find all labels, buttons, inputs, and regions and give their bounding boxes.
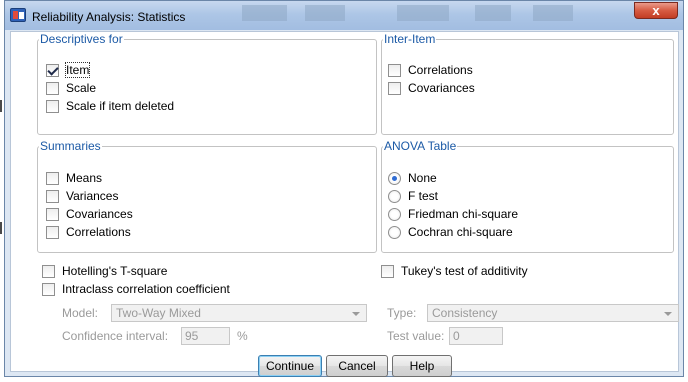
inter-item-covariances-checkbox[interactable] [388, 82, 401, 95]
anova-none-option[interactable]: None [388, 171, 588, 185]
summaries-variances-checkbox[interactable] [46, 190, 59, 203]
tukey-label: Tukey's test of additivity [401, 264, 528, 278]
tukey-option[interactable]: Tukey's test of additivity [381, 264, 581, 278]
summaries-legend: Summaries [40, 139, 101, 153]
item-checkbox-option[interactable]: Item [46, 62, 246, 78]
icc-label: Intraclass correlation coefficient [62, 282, 230, 296]
item-checkbox-label: Item [64, 62, 91, 78]
anova-table-group: ANOVA Table None F test Friedman chi-squ… [381, 140, 674, 253]
anova-cochran-option[interactable]: Cochran chi-square [388, 225, 608, 239]
model-label: Model: [62, 306, 99, 320]
icc-option[interactable]: Intraclass correlation coefficient [42, 282, 302, 296]
test-value-input[interactable]: 0 [449, 327, 503, 345]
summaries-correlations-checkbox[interactable] [46, 226, 59, 239]
tukey-checkbox[interactable] [381, 265, 394, 278]
inter-item-legend: Inter-Item [384, 32, 436, 46]
anova-friedman-radio[interactable] [388, 208, 401, 221]
anova-f-test-radio[interactable] [388, 190, 401, 203]
confidence-interval-label: Confidence interval: [62, 329, 169, 343]
scale-if-item-deleted-label: Scale if item deleted [66, 99, 175, 113]
inter-item-covariances-label: Covariances [408, 81, 475, 95]
spss-app-icon [10, 8, 26, 22]
close-button[interactable]: x [634, 2, 678, 19]
anova-friedman-option[interactable]: Friedman chi-square [388, 207, 608, 221]
anova-none-label: None [408, 171, 437, 185]
statistics-dialog: Reliability Analysis: Statistics x Descr… [4, 0, 684, 377]
anova-cochran-radio[interactable] [388, 226, 401, 239]
scale-checkbox-label: Scale [66, 81, 97, 95]
type-select-value: Consistency [432, 306, 498, 320]
scale-checkbox[interactable] [46, 82, 59, 95]
test-value-value: 0 [453, 329, 460, 343]
model-select[interactable]: Two-Way Mixed [111, 304, 367, 322]
scale-if-item-deleted-checkbox-option[interactable]: Scale if item deleted [46, 99, 246, 113]
model-select-value: Two-Way Mixed [116, 306, 201, 320]
summaries-covariances-label: Covariances [66, 207, 133, 221]
item-checkbox[interactable] [46, 64, 59, 77]
inter-item-group: Inter-Item Correlations Covariances [381, 33, 674, 135]
cancel-button[interactable]: Cancel [326, 355, 388, 377]
summaries-covariances-checkbox[interactable] [46, 208, 59, 221]
chevron-down-icon [352, 312, 360, 316]
scale-if-item-deleted-checkbox[interactable] [46, 100, 59, 113]
confidence-interval-value: 95 [185, 329, 199, 343]
anova-f-test-option[interactable]: F test [388, 189, 588, 203]
anova-table-legend: ANOVA Table [384, 139, 457, 153]
anova-cochran-label: Cochran chi-square [408, 225, 513, 239]
background-edge-mark [0, 222, 2, 234]
percent-unit-label: % [237, 329, 248, 343]
hotelling-checkbox[interactable] [42, 265, 55, 278]
inter-item-correlations-checkbox[interactable] [388, 64, 401, 77]
inter-item-correlations-label: Correlations [408, 63, 473, 77]
continue-button[interactable]: Continue [258, 355, 322, 377]
dialog-content: Descriptives for Item Scale Scale if ite… [10, 31, 679, 377]
anova-f-test-label: F test [408, 189, 439, 203]
summaries-means-checkbox[interactable] [46, 172, 59, 185]
anova-none-radio[interactable] [388, 172, 401, 185]
inter-item-correlations-option[interactable]: Correlations [388, 63, 588, 77]
summaries-correlations-option[interactable]: Correlations [46, 225, 246, 239]
hotelling-option[interactable]: Hotelling's T-square [42, 264, 242, 278]
chevron-down-icon [664, 312, 672, 316]
window-title: Reliability Analysis: Statistics [32, 10, 186, 24]
hotelling-label: Hotelling's T-square [62, 264, 168, 278]
title-bar[interactable]: Reliability Analysis: Statistics x [5, 1, 683, 30]
test-value-label: Test value: [387, 329, 445, 343]
anova-friedman-label: Friedman chi-square [408, 207, 519, 221]
descriptives-group: Descriptives for Item Scale Scale if ite… [37, 33, 377, 135]
icc-checkbox[interactable] [42, 283, 55, 296]
summaries-variances-option[interactable]: Variances [46, 189, 246, 203]
summaries-variances-label: Variances [66, 189, 119, 203]
help-button[interactable]: Help [392, 355, 452, 377]
background-edge-mark [0, 100, 2, 112]
summaries-means-label: Means [66, 171, 103, 185]
summaries-covariances-option[interactable]: Covariances [46, 207, 246, 221]
inter-item-covariances-option[interactable]: Covariances [388, 81, 588, 95]
type-label: Type: [387, 306, 417, 320]
summaries-group: Summaries Means Variances Covariances Co… [37, 140, 377, 253]
confidence-interval-input[interactable]: 95 [181, 327, 230, 345]
summaries-means-option[interactable]: Means [46, 171, 246, 185]
descriptives-legend: Descriptives for [40, 32, 123, 46]
type-select[interactable]: Consistency [427, 304, 679, 322]
summaries-correlations-label: Correlations [66, 225, 131, 239]
scale-checkbox-option[interactable]: Scale [46, 81, 246, 95]
close-icon: x [652, 3, 660, 18]
